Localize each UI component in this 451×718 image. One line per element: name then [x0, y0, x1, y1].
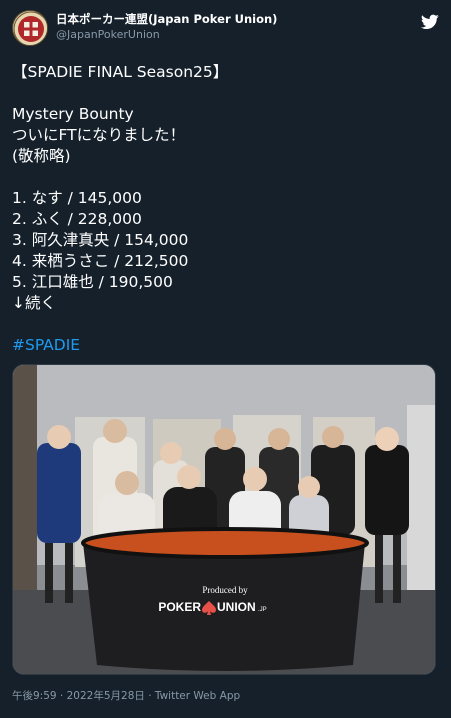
hashtag-link[interactable]: #SPADIE	[12, 335, 432, 356]
tweet-header: 日本ポーカー連盟(Japan Poker Union) @JapanPokerU…	[12, 10, 439, 50]
tweet-line: 5. 江口雄也 / 190,500	[12, 273, 173, 291]
footer-separator: ·	[144, 690, 155, 702]
tweet-line: (敬称略)	[12, 147, 71, 165]
tweet-line	[12, 167, 432, 188]
tweet-date[interactable]: 2022年5月28日	[67, 690, 145, 702]
tweet-line: ↓続く	[12, 294, 56, 312]
author-handle[interactable]: @JapanPokerUnion	[56, 27, 277, 42]
footer-separator: ·	[56, 690, 67, 702]
tweet-line: 【SPADIE FINAL Season25】	[12, 63, 229, 81]
table-sign-poker: POKER	[158, 600, 201, 614]
tweet-line: 3. 阿久津真央 / 154,000	[12, 231, 189, 249]
author-info: 日本ポーカー連盟(Japan Poker Union) @JapanPokerU…	[56, 12, 277, 42]
tweet-photo[interactable]: Produced by POKER UNION .JP	[12, 364, 436, 675]
tweet-line: 4. 来栖うさこ / 212,500	[12, 252, 189, 270]
avatar-logo-icon	[13, 11, 47, 45]
tweet-line: 1. なす / 145,000	[12, 189, 142, 207]
tweet-time[interactable]: 午後9:59	[12, 690, 57, 702]
table-sign-suffix: .JP	[258, 607, 267, 613]
table-sign-union: UNION	[217, 600, 256, 614]
tweet-footer: 午後9:59 · 2022年5月28日 · Twitter Web App	[12, 688, 240, 703]
author-display-name[interactable]: 日本ポーカー連盟(Japan Poker Union)	[56, 12, 277, 27]
tweet-line: 2. ふく / 228,000	[12, 210, 142, 228]
tweet-source[interactable]: Twitter Web App	[155, 690, 240, 702]
photo-illustration: Produced by POKER UNION .JP	[13, 365, 435, 674]
tweet-line: Mystery Bounty	[12, 105, 134, 123]
tweet-card: 日本ポーカー連盟(Japan Poker Union) @JapanPokerU…	[0, 0, 451, 718]
tweet-line: ついにFTになりました！	[12, 126, 186, 144]
tweet-body: 【SPADIE FINAL Season25】 Mystery Bounty つ…	[12, 62, 432, 356]
tweet-line	[12, 314, 432, 335]
tweet-line	[12, 83, 432, 104]
table-sign-produced-by: Produced by	[202, 585, 248, 595]
twitter-bird-icon[interactable]	[421, 14, 439, 30]
avatar[interactable]	[12, 10, 48, 46]
